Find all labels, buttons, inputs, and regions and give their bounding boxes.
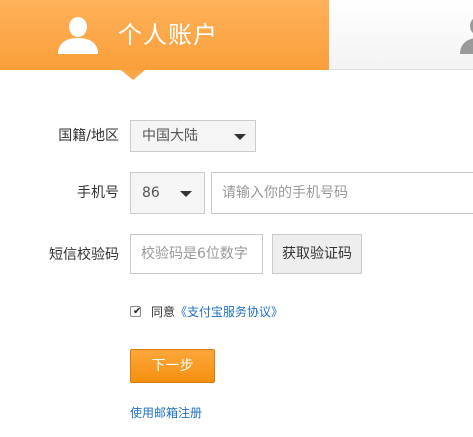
account-type-tabs: 个人账户 [0, 0, 473, 80]
caret-down-icon [180, 191, 192, 197]
phone-placeholder: 请输入你的手机号码 [222, 185, 348, 201]
country-code-select[interactable]: 86 [130, 172, 205, 214]
service-agreement-link[interactable]: 《支付宝服务协议》 [175, 305, 283, 319]
country-code-value: 86 [142, 185, 160, 201]
next-step-button[interactable]: 下一步 [130, 349, 215, 383]
get-code-button[interactable]: 获取验证码 [272, 234, 362, 274]
caret-down-icon [234, 134, 246, 140]
phone-label: 手机号 [77, 185, 119, 201]
sms-code-input[interactable]: 校验码是6位数字 [130, 234, 263, 274]
agreement-checkbox[interactable]: ✔ [130, 306, 141, 317]
tab-personal-label: 个人账户 [118, 21, 218, 49]
sms-code-label: 短信校验码 [49, 247, 119, 263]
phone-input[interactable]: 请输入你的手机号码 [211, 172, 473, 214]
user-icon [56, 16, 100, 54]
region-value: 中国大陆 [142, 128, 198, 144]
email-register-link[interactable]: 使用邮箱注册 [130, 404, 202, 422]
active-tab-pointer [121, 70, 145, 80]
sms-code-placeholder: 校验码是6位数字 [141, 246, 248, 262]
agreement-prefix: 同意 [151, 305, 176, 319]
region-select[interactable]: 中国大陆 [130, 120, 256, 152]
tab-enterprise-account[interactable] [330, 0, 473, 70]
agreement-text: 同意《支付宝服务协议》 [151, 304, 283, 320]
region-label: 国籍/地区 [58, 128, 119, 144]
user-icon [458, 14, 473, 54]
tab-personal-account[interactable]: 个人账户 [0, 0, 329, 70]
check-icon: ✔ [133, 306, 142, 317]
